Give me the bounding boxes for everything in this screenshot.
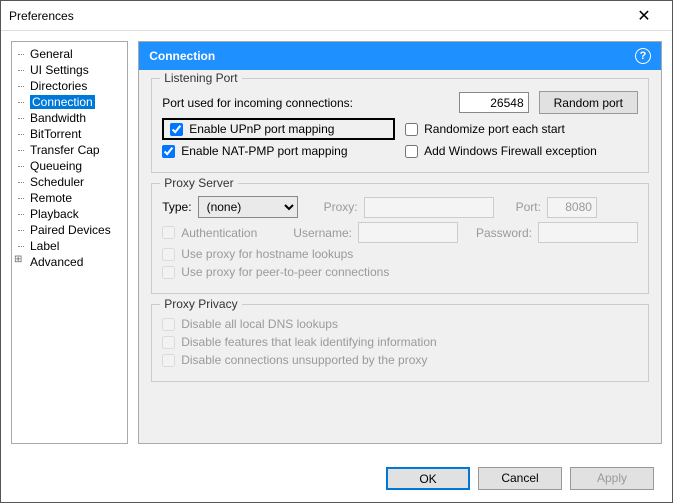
random-port-button[interactable]: Random port (539, 91, 638, 114)
password-label: Password: (476, 226, 532, 240)
cancel-button[interactable]: Cancel (478, 467, 562, 490)
proxy-type-label: Type: (162, 200, 191, 214)
sidebar-item-remote[interactable]: Remote (12, 190, 127, 206)
panel-header: Connection ? (139, 42, 661, 70)
proxy-port-input (547, 197, 597, 218)
sidebar-item-label[interactable]: Label (12, 238, 127, 254)
sidebar: General UI Settings Directories Connecti… (11, 41, 128, 444)
sidebar-item-bandwidth[interactable]: Bandwidth (12, 110, 127, 126)
sidebar-item-playback[interactable]: Playback (12, 206, 127, 222)
window-title: Preferences (9, 9, 624, 23)
password-input (538, 222, 638, 243)
sidebar-item-connection[interactable]: Connection (12, 94, 127, 110)
panel-title: Connection (149, 49, 215, 63)
port-label: Port used for incoming connections: (162, 96, 353, 110)
sidebar-item-general[interactable]: General (12, 46, 127, 62)
close-icon[interactable]: ✕ (624, 6, 664, 26)
footer: OK Cancel Apply (1, 454, 672, 502)
content: General UI Settings Directories Connecti… (1, 31, 672, 454)
p2p-proxy-checkbox: Use proxy for peer-to-peer connections (162, 265, 389, 279)
sidebar-item-queueing[interactable]: Queueing (12, 158, 127, 174)
auth-checkbox: Authentication (162, 226, 257, 240)
listening-port-group: Listening Port Port used for incoming co… (151, 78, 649, 173)
ok-button[interactable]: OK (386, 467, 470, 490)
sidebar-item-ui-settings[interactable]: UI Settings (12, 62, 127, 78)
disable-unsupported-checkbox: Disable connections unsupported by the p… (162, 353, 427, 367)
upnp-checkbox[interactable]: Enable UPnP port mapping (170, 122, 334, 136)
listening-port-title: Listening Port (160, 71, 241, 85)
natpmp-checkbox[interactable]: Enable NAT-PMP port mapping (162, 144, 395, 158)
hostname-lookup-checkbox: Use proxy for hostname lookups (162, 247, 353, 261)
proxy-port-label: Port: (516, 200, 541, 214)
titlebar: Preferences ✕ (1, 1, 672, 31)
proxy-server-group: Proxy Server Type: (none) Proxy: Port: A… (151, 183, 649, 294)
username-input (358, 222, 458, 243)
proxy-privacy-group: Proxy Privacy Disable all local DNS look… (151, 304, 649, 382)
proxy-host-label: Proxy: (324, 200, 358, 214)
proxy-privacy-title: Proxy Privacy (160, 297, 241, 311)
randomize-checkbox[interactable]: Randomize port each start (405, 122, 638, 136)
sidebar-item-bittorrent[interactable]: BitTorrent (12, 126, 127, 142)
sidebar-item-directories[interactable]: Directories (12, 78, 127, 94)
sidebar-item-scheduler[interactable]: Scheduler (12, 174, 127, 190)
proxy-server-title: Proxy Server (160, 176, 237, 190)
sidebar-item-transfer-cap[interactable]: Transfer Cap (12, 142, 127, 158)
disable-dns-checkbox: Disable all local DNS lookups (162, 317, 338, 331)
sidebar-item-advanced[interactable]: Advanced (12, 254, 127, 270)
username-label: Username: (293, 226, 352, 240)
main-panel: Connection ? Listening Port Port used fo… (138, 41, 662, 444)
proxy-host-input (364, 197, 494, 218)
firewall-checkbox[interactable]: Add Windows Firewall exception (405, 144, 638, 158)
sidebar-item-paired-devices[interactable]: Paired Devices (12, 222, 127, 238)
help-icon[interactable]: ? (635, 48, 651, 64)
port-input[interactable] (459, 92, 529, 113)
disable-leak-checkbox: Disable features that leak identifying i… (162, 335, 436, 349)
apply-button[interactable]: Apply (570, 467, 654, 490)
proxy-type-select[interactable]: (none) (198, 196, 298, 218)
panel-body: Listening Port Port used for incoming co… (139, 70, 661, 443)
